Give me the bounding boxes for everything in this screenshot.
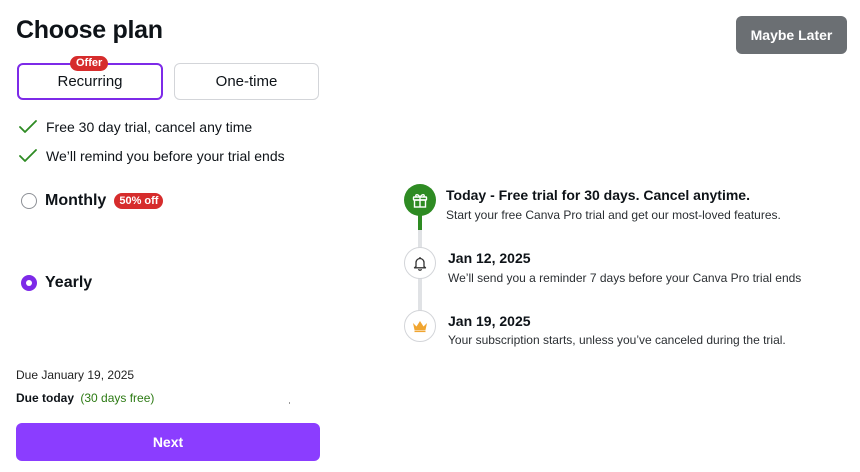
due-today: Due today (30 days free) — [16, 391, 154, 405]
offer-badge: Offer — [70, 56, 109, 71]
timeline-desc-reminder: We’ll send you a reminder 7 days before … — [448, 271, 802, 285]
timeline-title-reminder: Jan 12, 2025 — [448, 250, 531, 266]
due-today-free: (30 days free) — [80, 391, 155, 405]
timeline-title-start: Jan 19, 2025 — [448, 313, 531, 329]
next-button[interactable]: Next — [16, 423, 320, 461]
timeline-desc-today: Start your free Canva Pro trial and get … — [446, 208, 781, 222]
feature-item: Free 30 day trial, cancel any time — [18, 119, 252, 135]
monthly-radio[interactable] — [21, 193, 37, 209]
crown-icon — [404, 310, 436, 342]
divider-dot — [289, 402, 290, 404]
feature-text: We’ll remind you before your trial ends — [46, 148, 285, 164]
bell-icon — [404, 247, 436, 279]
feature-text: Free 30 day trial, cancel any time — [46, 119, 253, 135]
due-today-label: Due today — [16, 391, 75, 405]
yearly-label: Yearly — [45, 274, 93, 291]
timeline-desc-start: Your subscription starts, unless you’ve … — [448, 333, 786, 347]
monthly-label: Monthly — [45, 192, 107, 209]
check-icon — [19, 120, 37, 133]
monthly-option[interactable]: Monthly 50% off — [21, 192, 164, 210]
tab-one-time[interactable]: One-time — [174, 63, 319, 100]
check-icon — [19, 149, 37, 162]
timeline-title-today: Today - Free trial for 30 days. Cancel a… — [446, 187, 750, 203]
discount-badge: 50% off — [114, 193, 164, 209]
page-title: Choose plan — [16, 16, 163, 44]
yearly-radio[interactable] — [21, 275, 37, 291]
feature-item: We’ll remind you before your trial ends — [18, 148, 285, 164]
timeline-connector — [418, 277, 422, 313]
maybe-later-button[interactable]: Maybe Later — [736, 16, 847, 54]
due-date: Due January 19, 2025 — [16, 368, 135, 382]
gift-icon — [404, 184, 436, 216]
yearly-option[interactable]: Yearly — [21, 274, 92, 292]
